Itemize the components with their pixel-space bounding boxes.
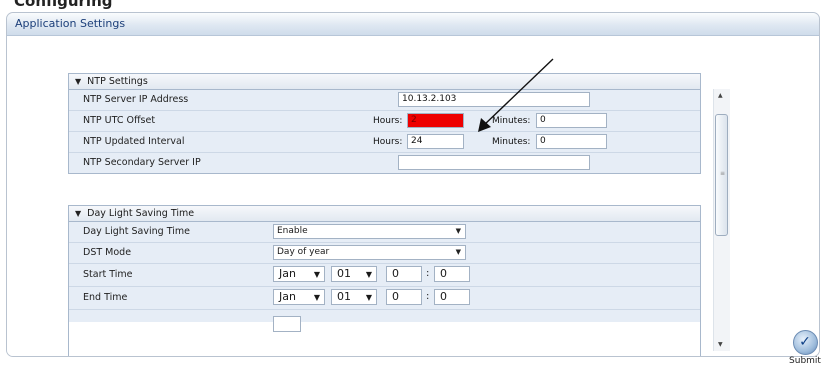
page-heading: Configuring <box>14 0 113 10</box>
window-titlebar: Application Settings <box>7 13 819 36</box>
submit-label: Submit <box>789 356 821 366</box>
settings-content: ▼ NTP Settings NTP Server IP Address 10.1… <box>7 36 819 356</box>
window-title: Application Settings <box>15 17 126 30</box>
annotation-arrow-icon <box>478 58 554 132</box>
application-settings-window: Application Settings ▼ NTP Settings NTP S… <box>6 12 820 357</box>
page-heading-cut: Configuring <box>0 0 829 12</box>
submit-button[interactable]: ✓ Submit <box>785 330 825 366</box>
checkmark-icon: ✓ <box>792 330 818 355</box>
